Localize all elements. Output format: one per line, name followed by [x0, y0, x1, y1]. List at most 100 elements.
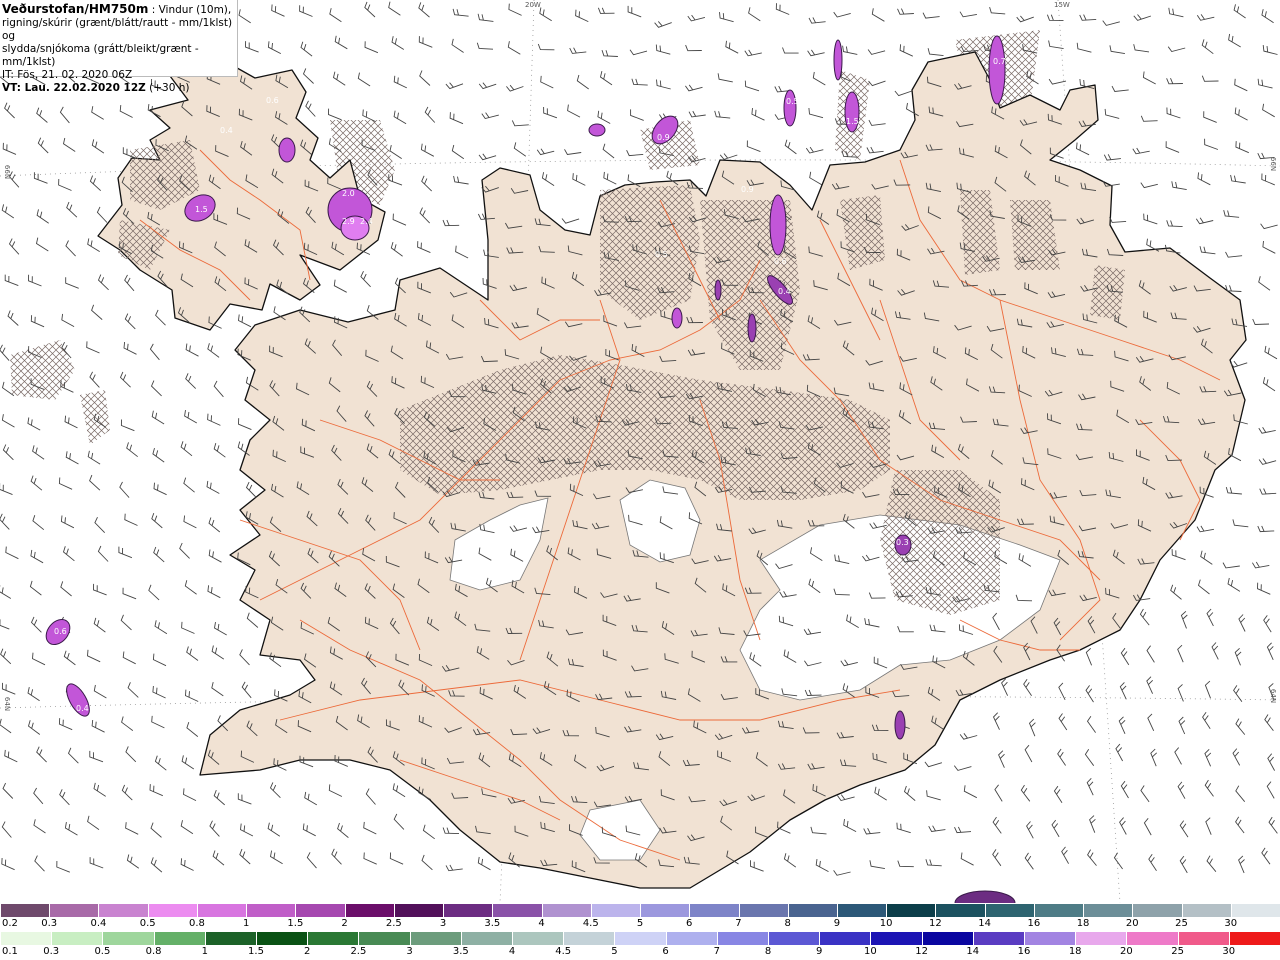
rain-legend-swatch [51, 932, 103, 945]
rain-legend-label: 7 [713, 946, 720, 957]
snow-legend-label: 8 [784, 918, 791, 929]
snow-legend-swatch [984, 904, 1034, 917]
rain-legend-swatch [921, 932, 973, 945]
rain-legend-swatch [1228, 932, 1280, 945]
snow-legend-swatch [886, 904, 936, 917]
precip-value: 0.6 [266, 96, 279, 105]
snow-legend-swatch [836, 904, 887, 917]
rain-legend-swatch [614, 932, 666, 945]
rain-legend-label: 8 [764, 946, 772, 957]
rain-legend-swatch [0, 932, 52, 945]
snow-legend-label: 10 [879, 918, 893, 929]
rain-legend-label: 30 [1222, 946, 1236, 957]
rain-legend-label: 4 [508, 946, 516, 957]
header-valid-offset: (+30 h) [149, 82, 190, 94]
snow-legend-swatch [295, 904, 345, 917]
rain-legend-swatch [870, 932, 922, 945]
rain-legend-swatch [153, 932, 205, 945]
header-valid-time: VT: Lau. 22.02.2020 12Z [2, 82, 146, 94]
rain-legend-label: 3 [406, 946, 413, 957]
lat-label-64-left: 64N [3, 696, 12, 712]
precip-value: 0.5 [786, 97, 799, 106]
snow-legend-swatch [443, 904, 493, 917]
rain-legend-swatch [256, 932, 308, 945]
rain-legend-swatch [358, 932, 410, 945]
rain-legend-swatch [972, 932, 1025, 945]
rain-legend-swatch [768, 932, 820, 945]
rain-legend-label: 2 [304, 946, 311, 957]
snow-legend-label: 0.5 [139, 918, 156, 929]
rain-legend-swatch [102, 932, 154, 945]
snow-legend-swatch [541, 904, 591, 917]
snow-legend-label: 7 [735, 918, 742, 929]
rain-legend-swatch [204, 932, 257, 945]
snow-legend-label: 0.3 [41, 918, 58, 929]
snow-legend-swatch [0, 904, 50, 917]
header-desc-3: slydda/snjókoma (grátt/bleikt/grænt - mm… [2, 43, 199, 68]
rain-legend-label: 0.8 [145, 946, 162, 957]
precip-value: 0.5 [655, 250, 668, 259]
precip-value: 0.4 [76, 704, 89, 713]
precip-value: 0.3 [896, 538, 909, 547]
snow-legend-swatch [147, 904, 197, 917]
precip-value: 1.5 [846, 117, 859, 126]
rain-legend-label: 25 [1171, 946, 1184, 957]
rain-legend-swatch [1024, 932, 1076, 945]
rain-legend-label: 1.5 [248, 946, 264, 957]
snow-legend-label: 12 [929, 918, 942, 929]
snow-legend-label: 6 [686, 918, 693, 929]
rain-legend-label: 2.5 [350, 946, 367, 957]
snow-legend-label: 14 [978, 918, 991, 929]
snow-legend-swatch [98, 904, 148, 917]
lat-label-66-left: 66N [3, 164, 12, 180]
lat-label-66-right: 66N [1269, 156, 1278, 172]
rain-legend-label: 3.5 [452, 946, 469, 957]
rain-legend-label: 5 [611, 946, 618, 957]
forecast-map: 0.6 0.4 1.5 2.0 2.9 2.4 0.9 0.7 0.5 1.5 … [0, 0, 1280, 903]
rain-legend-swatch [819, 932, 871, 945]
snow-legend-labels: 0.2 0.3 0.4 0.5 0.8 1 1.5 2 2.5 3 3.5 4 4.5 5 6 7 8 9 10 12… [0, 918, 1280, 932]
snow-legend-label: 16 [1027, 918, 1041, 929]
snow-legend-label: 4.5 [582, 918, 599, 929]
rain-legend-swatch [512, 932, 564, 945]
lon-label-15w: 15W [1054, 1, 1070, 9]
snow-legend-label: 20 [1125, 918, 1139, 929]
snow-legend-label: 0.8 [188, 918, 205, 929]
snow-legend-label: 9 [833, 918, 841, 929]
precip-value: 0.9 [657, 133, 670, 142]
lon-label-20w: 20W [525, 1, 541, 9]
snow-legend-label: 0.2 [2, 918, 18, 929]
snow-legend-swatch [344, 904, 394, 917]
rain-legend-label: 0.1 [2, 946, 18, 957]
header-desc-2: rigning/skúrir (grænt/blátt/rautt - mm/1… [2, 17, 233, 42]
rain-legend-label: 6 [662, 946, 669, 957]
snow-legend-swatch [1181, 904, 1231, 917]
rain-legend-swatch [1075, 932, 1127, 945]
rain-legend-labels: 0.1 0.3 0.5 0.8 1 1.5 2 2.5 3 3.5 4 4.5 5 6 7 8 9 10 12 14 1… [0, 946, 1280, 960]
snow-legend-swatch [393, 904, 444, 917]
precip-value: 2.0 [342, 189, 355, 198]
rain-legend-swatch [460, 932, 513, 945]
precip-value: 2.4 [360, 217, 373, 226]
rain-legend-label: 0.3 [43, 946, 60, 957]
precip-value: 2.9 [342, 217, 355, 226]
snow-legend-bar [0, 904, 1280, 917]
snow-legend-swatch [196, 904, 247, 917]
header-title: Veðurstofan/HM750m [2, 2, 149, 16]
rain-legend-swatch [665, 932, 717, 945]
rain-legend-label: 18 [1068, 946, 1082, 957]
rain-legend-label: 4.5 [555, 946, 572, 957]
snow-legend-label: 1 [242, 918, 250, 929]
rain-legend-swatch [409, 932, 461, 945]
snow-legend-label: 3.5 [484, 918, 501, 929]
snow-legend-swatch [689, 904, 739, 917]
snow-legend-swatch [49, 904, 99, 917]
snow-legend-label: 0.4 [90, 918, 107, 929]
forecast-header: Veðurstofan/HM750m : Vindur (10m), rigni… [0, 0, 238, 94]
snow-legend-label: 5 [636, 918, 644, 929]
snow-legend-swatch [1033, 904, 1084, 917]
snow-legend-label: 18 [1076, 918, 1090, 929]
snow-legend-swatch [246, 904, 296, 917]
snow-legend-label: 4 [538, 918, 545, 929]
snow-legend-swatch [738, 904, 788, 917]
